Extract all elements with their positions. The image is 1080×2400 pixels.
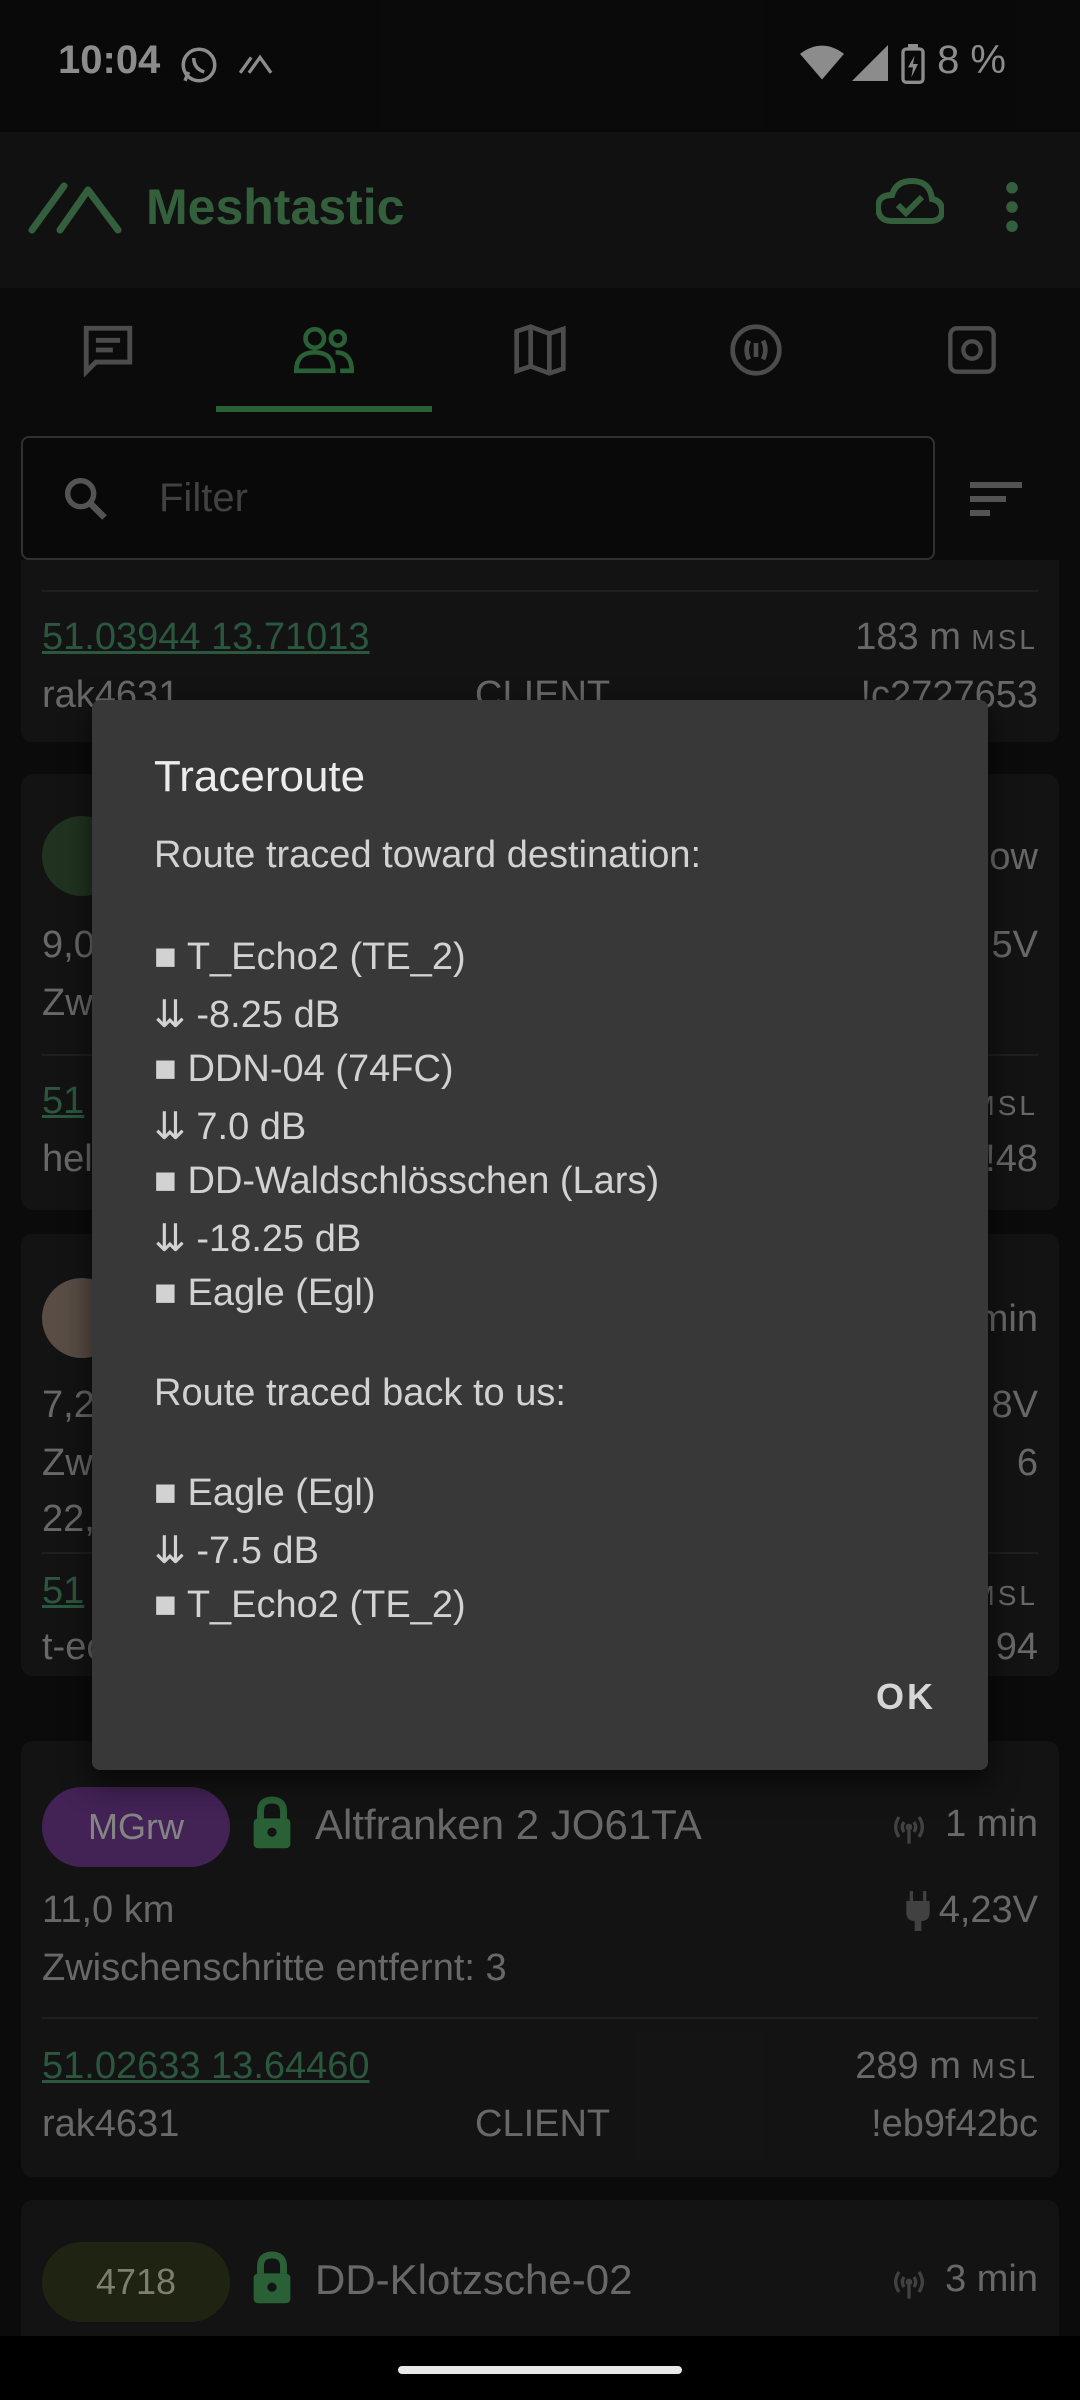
route-snr: ⇊ -8.25 dB: [154, 994, 341, 1036]
route-hop: ■ DD-Waldschlösschen (Lars): [154, 1160, 660, 1202]
home-gesture-handle[interactable]: [398, 2366, 682, 2374]
route-hop: ■ Eagle (Egl): [154, 1472, 376, 1514]
route-snr: ⇊ -7.5 dB: [154, 1530, 319, 1572]
route-hop: ■ T_Echo2 (TE_2): [154, 936, 466, 978]
route-back-heading: Route traced back to us:: [154, 1372, 566, 1414]
route-hop: ■ T_Echo2 (TE_2): [154, 1584, 466, 1626]
route-hop: ■ DDN-04 (74FC): [154, 1048, 454, 1090]
route-snr: ⇊ -18.25 dB: [154, 1218, 362, 1260]
traceroute-dialog: Traceroute Route traced toward destinati…: [92, 700, 988, 1770]
dialog-title: Traceroute: [154, 752, 366, 801]
route-hop: ■ Eagle (Egl): [154, 1272, 376, 1314]
route-toward-heading: Route traced toward destination:: [154, 834, 702, 876]
ok-button[interactable]: OK: [876, 1676, 936, 1718]
route-snr: ⇊ 7.0 dB: [154, 1106, 307, 1148]
